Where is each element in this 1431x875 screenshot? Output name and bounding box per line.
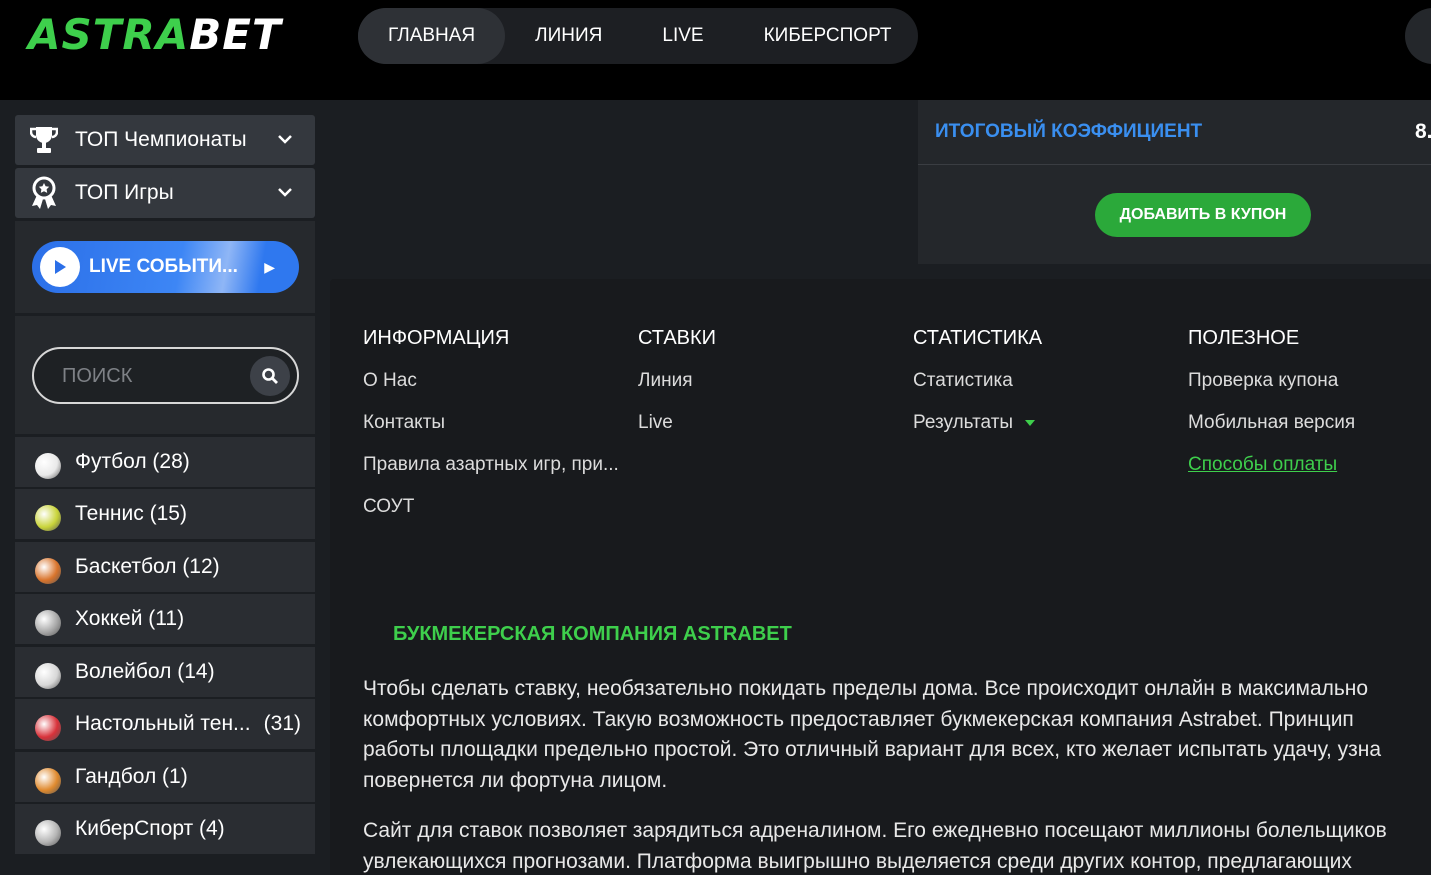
top-games-toggle[interactable]: ТОП Игры (15, 168, 315, 218)
about-paragraph-1: Чтобы сделать ставку, необязательно поки… (363, 674, 1431, 796)
sports-list: Футбол (28) Теннис (15) Баскетбол (12) Хокк… (15, 436, 315, 854)
footer-info-area: ИНФОРМАЦИЯ О Нас Контакты Правила азартн… (330, 279, 1431, 875)
sport-item[interactable]: Хоккей (11) (15, 594, 315, 644)
sidebar: ТОП Чемпионаты ТОП Игры LIVE СОБЫТИ... ▶… (15, 115, 315, 854)
top-games-label: ТОП Игры (75, 181, 174, 204)
sport-item-label: Хоккей (11) (75, 607, 185, 630)
award-ribbon-icon (29, 176, 59, 210)
gamepad-icon (35, 820, 61, 846)
sport-item[interactable]: Теннис (15) (15, 489, 315, 539)
about-paragraph-2: Сайт для ставок позволяет зарядиться адр… (363, 816, 1431, 875)
search-icon[interactable] (250, 356, 290, 396)
about-title: БУКМЕКЕРСКАЯ КОМПАНИЯ ASTRABET (393, 623, 792, 645)
table-tennis-icon (35, 715, 61, 741)
chevron-down-icon (277, 182, 293, 208)
link-contacts[interactable]: Контакты (363, 412, 619, 454)
link-sout[interactable]: СОУТ (363, 496, 619, 538)
nav-item-line[interactable]: ЛИНИЯ (505, 8, 632, 64)
nav-item-live[interactable]: LIVE (632, 8, 733, 64)
main-nav: ГЛАВНАЯ ЛИНИЯ LIVE КИБЕРСПОРТ (358, 8, 918, 64)
bets-title: СТАВКИ (638, 327, 717, 349)
live-events-label: LIVE СОБЫТИ... (89, 256, 238, 277)
header: ASTRABET ГЛАВНАЯ ЛИНИЯ LIVE КИБЕРСПОРТ (0, 0, 1431, 100)
sport-item-label: КиберСпорт (4) (75, 817, 225, 840)
live-section: LIVE СОБЫТИ... ▶ (15, 221, 315, 313)
link-rules[interactable]: Правила азартных игр, при... (363, 454, 619, 496)
link-results-label: Результаты (913, 412, 1014, 433)
nav-item-main[interactable]: ГЛАВНАЯ (358, 8, 506, 64)
live-events-button[interactable]: LIVE СОБЫТИ... ▶ (32, 241, 299, 293)
info-title: ИНФОРМАЦИЯ (363, 327, 510, 349)
search-input[interactable] (62, 363, 232, 389)
paragraph-line: работы площадки предельно простой. Это о… (363, 738, 1382, 761)
search-box (32, 347, 299, 404)
link-payment-methods[interactable]: Способы оплаты (1188, 454, 1355, 496)
sport-item-label: Гандбол (1) (75, 764, 188, 788)
sport-item[interactable]: Волейбол (14) (15, 646, 315, 697)
volleyball-icon (35, 662, 61, 689)
soccer-ball-icon (35, 452, 61, 479)
sport-item-label: Настольный тен... (75, 712, 251, 735)
sport-item[interactable]: Настольный тен... (31) (15, 699, 315, 749)
paragraph-line: Сайт для ставок позволяет зарядиться адр… (363, 819, 1387, 842)
skate-icon (35, 610, 61, 636)
link-statistics[interactable]: Статистика (913, 370, 1042, 412)
header-round-button[interactable] (1405, 8, 1431, 64)
handball-icon (35, 767, 61, 794)
stats-title: СТАТИСТИКА (913, 327, 1043, 349)
search-section (15, 316, 315, 434)
nav-item-esports[interactable]: КИБЕРСПОРТ (734, 8, 922, 64)
logo[interactable]: ASTRABET (28, 10, 282, 60)
link-check-coupon[interactable]: Проверка купона (1188, 370, 1355, 412)
logo-text-bet: BET (189, 10, 282, 59)
info-column: ИНФОРМАЦИЯ О Нас Контакты Правила азартн… (363, 327, 619, 538)
total-coefficient-value: 8. (1415, 120, 1431, 143)
link-about[interactable]: О Нас (363, 370, 619, 412)
tennis-ball-icon (35, 505, 61, 531)
paragraph-line: комфортных условиях. Такую возможность п… (363, 707, 1354, 731)
sport-item[interactable]: Гандбол (1) (15, 751, 315, 802)
link-results-dropdown[interactable]: Результаты (913, 412, 1042, 454)
link-live[interactable]: Live (638, 412, 716, 454)
stats-column: СТАТИСТИКА Статистика Результаты (913, 327, 1042, 454)
paragraph-line: увлекающихся прогнозами. Платформа выигр… (363, 849, 1352, 873)
arrow-right-icon: ▶ (264, 259, 275, 275)
bets-column: СТАВКИ Линия Live (638, 327, 716, 454)
sport-item-label: Баскетбол (12) (75, 554, 220, 578)
sport-item-label: Теннис (15) (75, 502, 187, 525)
chevron-down-icon (277, 129, 293, 155)
play-icon (40, 247, 80, 287)
coupon-panel: ИТОГОВЫЙ КОЭФФИЦИЕНТ 8. ДОБАВИТЬ В КУПОН (918, 100, 1431, 264)
top-championships-label: ТОП Чемпионаты (75, 128, 247, 151)
add-to-coupon-button[interactable]: ДОБАВИТЬ В КУПОН (1095, 193, 1311, 237)
sport-item-label: Волейбол (14) (75, 659, 215, 683)
sport-item-count: (31) (263, 712, 301, 735)
paragraph-line: Чтобы сделать ставку, необязательно поки… (363, 677, 1369, 700)
caret-down-icon (1025, 419, 1036, 426)
basketball-icon (35, 557, 61, 584)
useful-column: ПОЛЕЗНОЕ Проверка купона Мобильная верси… (1188, 327, 1355, 496)
coupon-total-row: ИТОГОВЫЙ КОЭФФИЦИЕНТ 8. (918, 100, 1431, 165)
link-mobile-version[interactable]: Мобильная версия (1188, 412, 1355, 454)
top-championships-toggle[interactable]: ТОП Чемпионаты (15, 115, 315, 165)
link-line[interactable]: Линия (638, 370, 716, 412)
paragraph-line: повернется ли фортуна лицом. (363, 768, 668, 792)
sport-item[interactable]: КиберСпорт (4) (15, 804, 315, 854)
trophy-icon (29, 125, 59, 155)
sport-item[interactable]: Футбол (28) (15, 436, 315, 487)
total-coefficient-label: ИТОГОВЫЙ КОЭФФИЦИЕНТ (935, 121, 1203, 142)
useful-title: ПОЛЕЗНОЕ (1188, 327, 1300, 349)
sport-item-label: Футбол (28) (75, 449, 190, 473)
sport-item[interactable]: Баскетбол (12) (15, 541, 315, 592)
logo-text-astra: ASTRA (28, 10, 190, 59)
